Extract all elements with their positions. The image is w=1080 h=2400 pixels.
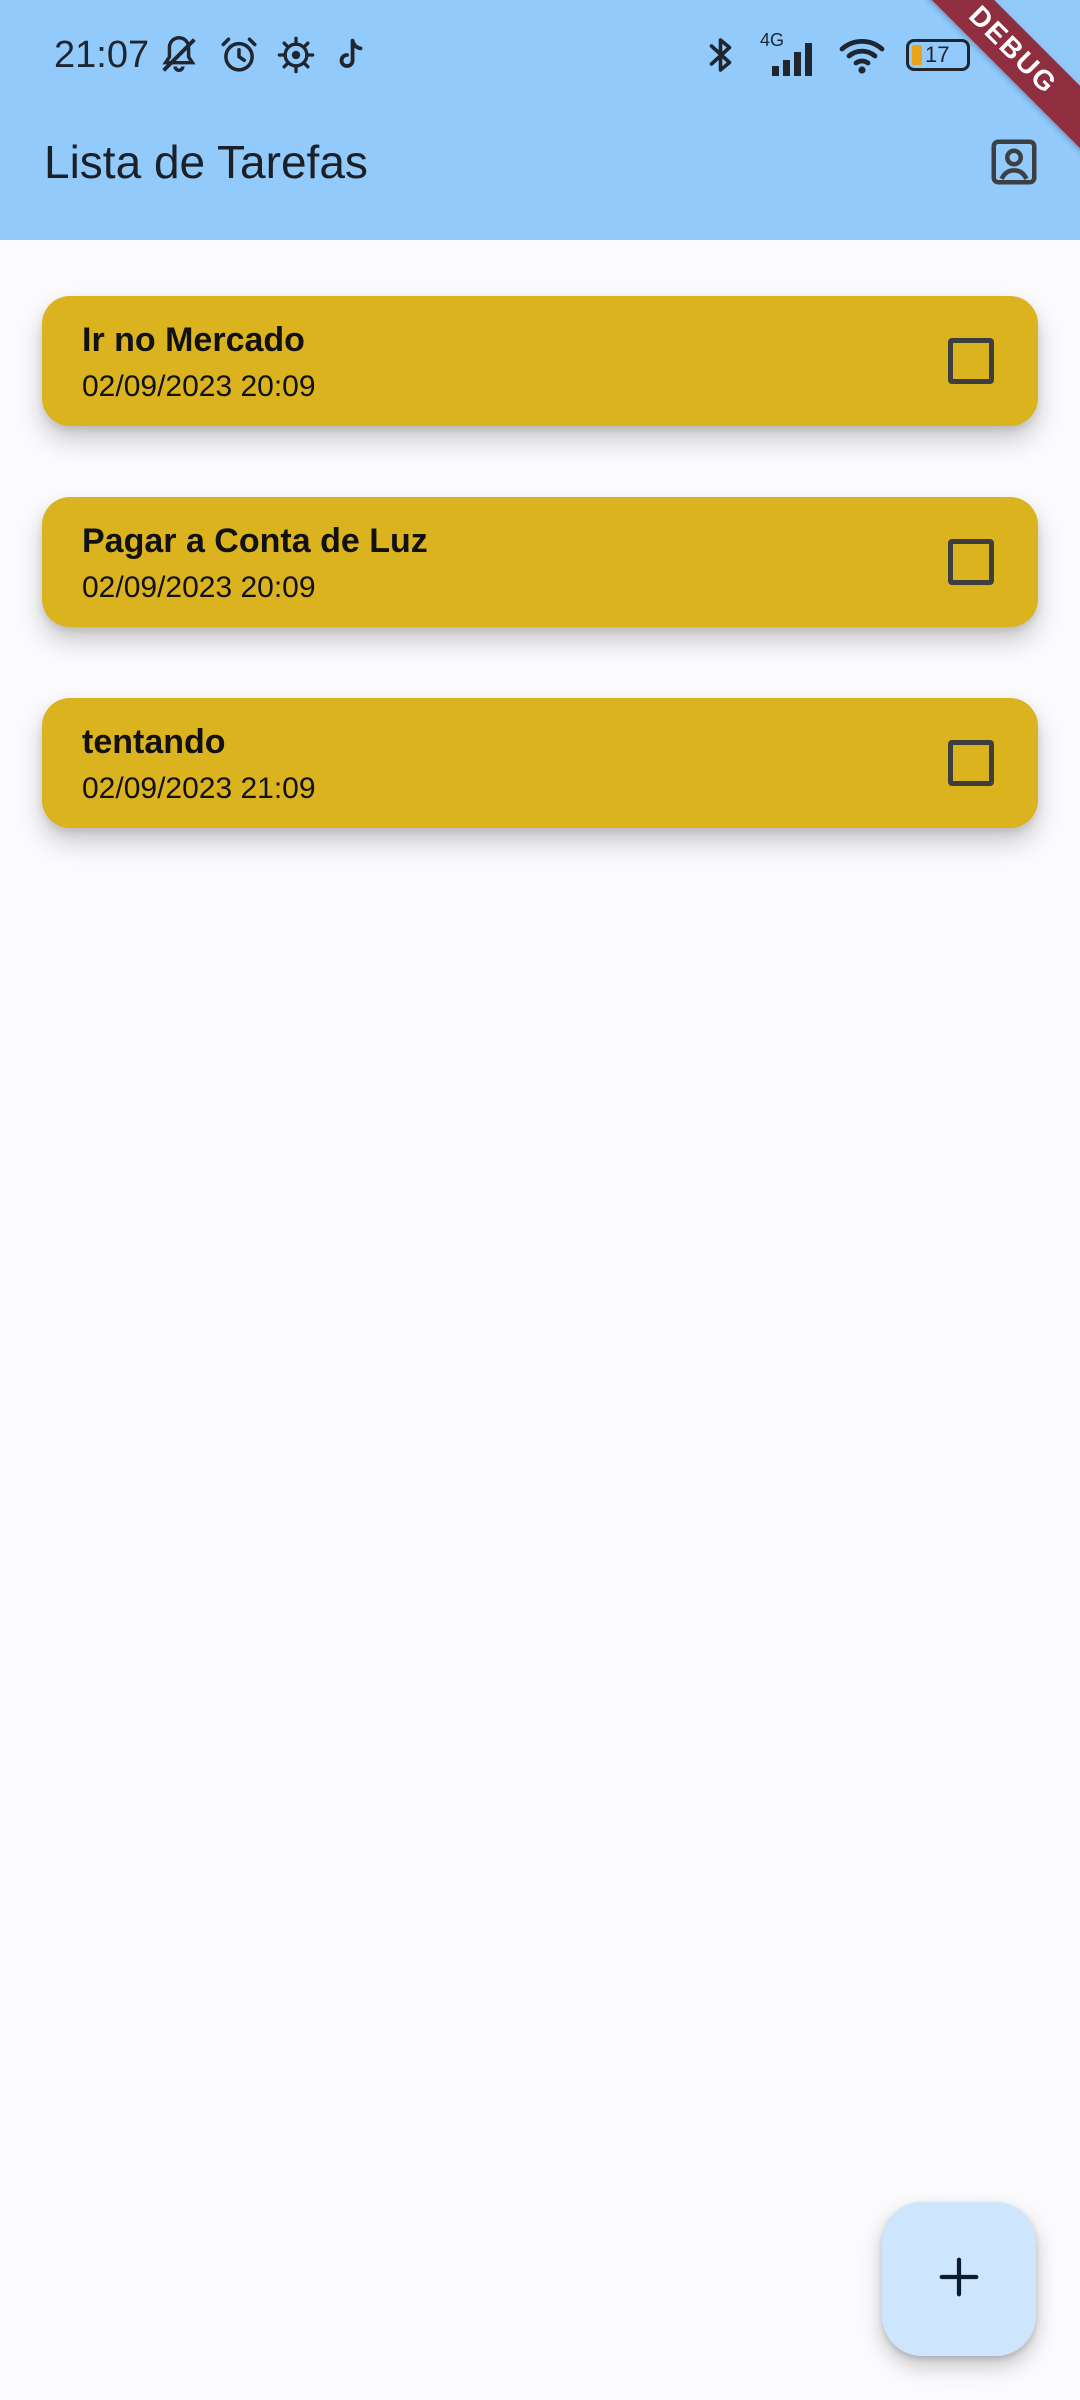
task-checkbox[interactable]	[948, 740, 994, 786]
page-title: Lista de Tarefas	[44, 136, 368, 188]
status-time: 21:07	[54, 34, 150, 76]
task-card[interactable]: tentando 02/09/2023 21:09	[42, 698, 1038, 828]
status-bar: 21:07 4G 17	[0, 0, 1080, 110]
add-task-button[interactable]	[882, 2202, 1036, 2356]
battery-icon: 17	[906, 39, 970, 71]
task-date: 02/09/2023 20:09	[82, 370, 316, 403]
plus-icon	[936, 2254, 982, 2305]
mute-notifications-icon	[156, 32, 202, 78]
task-card[interactable]: Ir no Mercado 02/09/2023 20:09	[42, 296, 1038, 426]
bluetooth-icon	[704, 34, 740, 76]
alarm-icon	[218, 34, 260, 76]
task-title: Ir no Mercado	[82, 321, 305, 359]
task-list: Ir no Mercado 02/09/2023 20:09 Pagar a C…	[42, 296, 1038, 899]
settings-gear-icon	[276, 35, 316, 75]
task-checkbox[interactable]	[948, 338, 994, 384]
account-box-icon	[987, 135, 1041, 194]
task-title: Pagar a Conta de Luz	[82, 522, 428, 560]
task-checkbox[interactable]	[948, 539, 994, 585]
tiktok-icon	[332, 36, 370, 74]
profile-button[interactable]	[984, 134, 1044, 194]
status-right-icons: 4G 17	[704, 30, 970, 78]
task-date: 02/09/2023 21:09	[82, 772, 316, 805]
wifi-icon	[838, 35, 886, 75]
cellular-signal-icon: 4G	[760, 30, 818, 78]
task-date: 02/09/2023 20:09	[82, 571, 316, 604]
battery-fill	[912, 45, 922, 65]
status-left-icons	[156, 32, 370, 78]
battery-level: 17	[925, 42, 950, 67]
app-bar: 21:07 4G 17 Lista de Tarefas	[0, 0, 1080, 240]
task-title: tentando	[82, 723, 226, 761]
task-card[interactable]: Pagar a Conta de Luz 02/09/2023 20:09	[42, 497, 1038, 627]
